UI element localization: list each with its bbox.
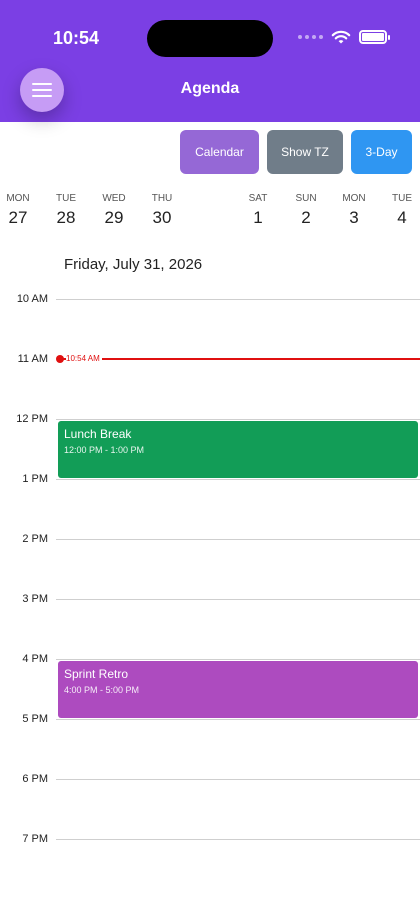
day-of-week: THU xyxy=(151,193,173,204)
day-number: 3 xyxy=(349,208,359,227)
event-lunch-break[interactable]: Lunch Break 12:00 PM - 1:00 PM xyxy=(58,421,418,478)
hour-label: 7 PM xyxy=(22,833,48,845)
current-time-dot xyxy=(56,355,64,363)
wifi-icon xyxy=(331,30,351,44)
calendar-button[interactable]: Calendar xyxy=(180,130,259,174)
agenda-screen: 10:54 Agenda Calendar Show TZ 3-Day MON … xyxy=(0,0,420,912)
status-icons xyxy=(298,29,390,45)
day-of-week: WED xyxy=(102,193,126,204)
hour-gridline xyxy=(56,659,420,660)
hour-label: 2 PM xyxy=(22,533,48,545)
day-of-week: SUN xyxy=(295,193,317,204)
hour-gridline xyxy=(56,479,420,480)
show-tz-button[interactable]: Show TZ xyxy=(267,130,343,174)
signal-icon xyxy=(298,35,323,39)
selected-date-heading: Friday, July 31, 2026 xyxy=(64,256,203,273)
event-time: 4:00 PM - 5:00 PM xyxy=(64,685,140,695)
day-number: 29 xyxy=(104,208,124,227)
current-time-line xyxy=(60,358,420,360)
hour-label: 3 PM xyxy=(22,593,48,605)
hour-gridline xyxy=(56,539,420,540)
status-time: 10:54 xyxy=(53,28,100,48)
hour-gridline xyxy=(56,779,420,780)
hour-label: 1 PM xyxy=(22,473,48,485)
week-day[interactable]: THU 30 xyxy=(144,193,180,228)
battery-icon xyxy=(359,30,390,44)
day-of-week: TUE xyxy=(392,193,412,204)
current-time-label: 10:54 AM xyxy=(66,354,102,363)
hour-gridline xyxy=(56,599,420,600)
hour-label: 10 AM xyxy=(16,293,48,305)
hamburger-icon xyxy=(32,83,52,85)
hour-label: 5 PM xyxy=(22,713,48,725)
day-number: 28 xyxy=(56,208,76,227)
event-title: Sprint Retro xyxy=(64,667,129,681)
day-of-week: MON xyxy=(342,193,366,204)
week-day[interactable]: MON 3 xyxy=(336,193,372,228)
day-number: 27 xyxy=(8,208,28,227)
hour-label: 12 PM xyxy=(16,413,48,425)
three-day-button[interactable]: 3-Day xyxy=(351,130,412,174)
week-day[interactable]: TUE 28 xyxy=(48,193,84,228)
hamburger-menu-button[interactable] xyxy=(20,68,64,112)
hour-label: 6 PM xyxy=(22,773,48,785)
hour-gridline xyxy=(56,299,420,300)
hour-gridline xyxy=(56,839,420,840)
day-of-week: MON xyxy=(6,193,30,204)
day-number: 2 xyxy=(301,208,311,227)
hour-label: 4 PM xyxy=(22,653,48,665)
week-day[interactable]: SUN 2 xyxy=(288,193,324,228)
event-title: Lunch Break xyxy=(64,427,132,441)
day-of-week: TUE xyxy=(56,193,76,204)
hour-gridline xyxy=(56,719,420,720)
hour-gridline xyxy=(56,419,420,420)
week-day[interactable]: MON 27 xyxy=(0,193,36,228)
event-sprint-retro[interactable]: Sprint Retro 4:00 PM - 5:00 PM xyxy=(58,661,418,718)
day-number: 30 xyxy=(152,208,172,227)
week-day[interactable]: WED 29 xyxy=(96,193,132,228)
week-day[interactable]: SAT 1 xyxy=(240,193,276,228)
hour-label: 11 AM xyxy=(17,353,48,365)
week-day[interactable]: TUE 4 xyxy=(384,193,420,228)
day-number: 1 xyxy=(253,208,263,227)
day-number: 4 xyxy=(397,208,407,227)
day-of-week: SAT xyxy=(248,193,268,204)
app-header: 10:54 Agenda xyxy=(0,0,420,122)
dynamic-island xyxy=(147,20,273,57)
event-time: 12:00 PM - 1:00 PM xyxy=(64,445,145,455)
